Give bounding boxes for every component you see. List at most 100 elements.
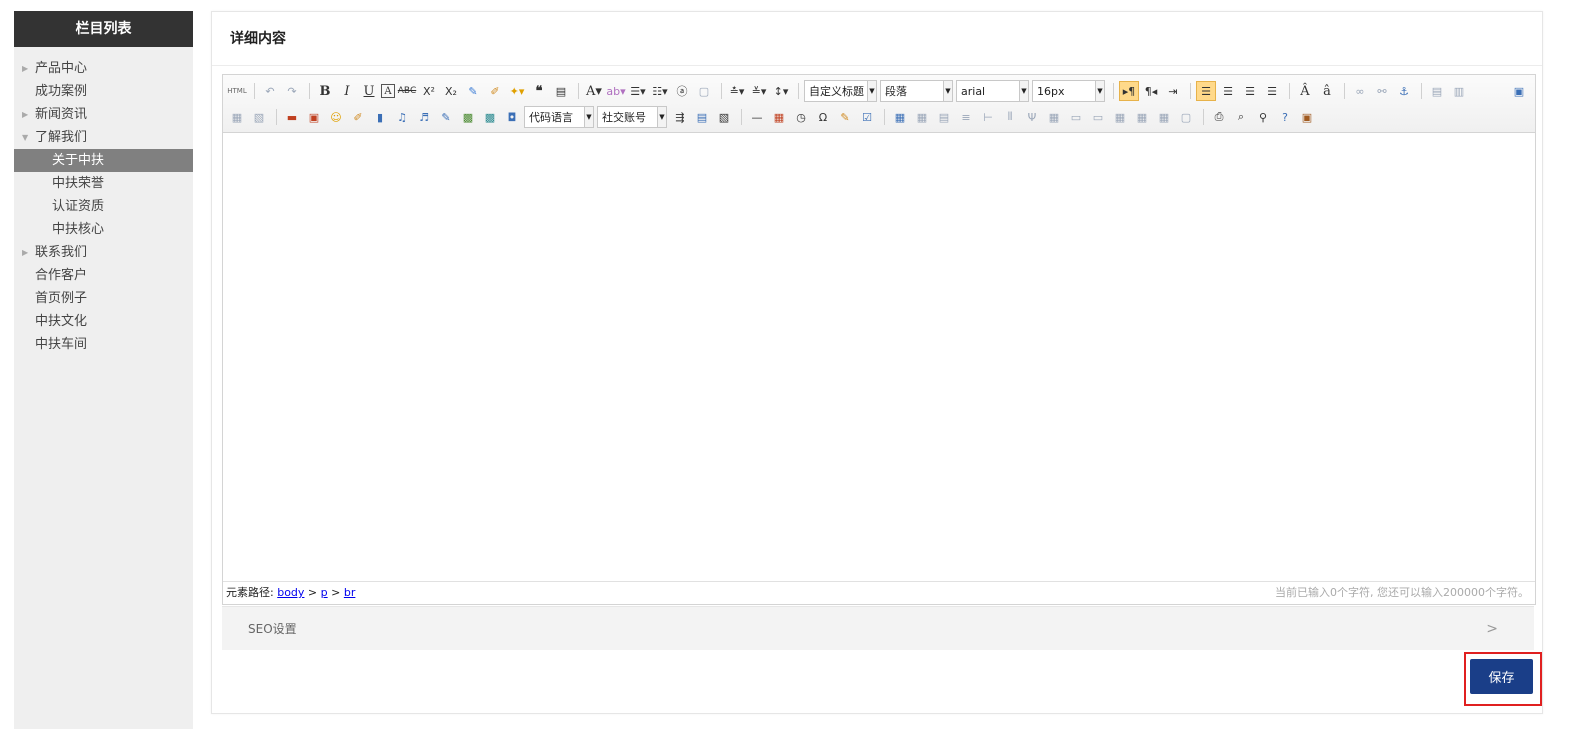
snap-icon[interactable]: ◘ <box>502 107 522 127</box>
lowercase-icon[interactable]: â <box>1317 81 1337 101</box>
insert-video-icon[interactable]: ▮ <box>370 107 390 127</box>
align-justify-icon[interactable]: ☰ <box>1262 81 1282 101</box>
insert-row-icon[interactable]: ≡ <box>956 107 976 127</box>
sidebar-item-contact[interactable]: ▶ 联系我们 <box>14 241 193 264</box>
sidebar-item-about-us[interactable]: ▼ 了解我们 <box>14 126 193 149</box>
drafts-icon[interactable]: ▣ <box>1297 107 1317 127</box>
date-icon[interactable]: ▦ <box>769 107 789 127</box>
print-icon[interactable]: ⎙ <box>1209 107 1229 127</box>
split-cells-icon[interactable]: ▦ <box>1110 107 1130 127</box>
delete-row-icon[interactable]: ⊢ <box>978 107 998 127</box>
expand-arrow-icon[interactable]: ▶ <box>22 103 28 126</box>
eraser-icon[interactable]: ✎ <box>463 81 483 101</box>
bold-icon[interactable]: B <box>315 81 335 101</box>
paste-plain-icon[interactable]: ▤ <box>551 81 571 101</box>
image-float-left-icon[interactable]: ▤ <box>1427 81 1447 101</box>
insert-table-icon[interactable]: ▦ <box>890 107 910 127</box>
template-icon[interactable]: ▤ <box>692 107 712 127</box>
attachment-icon[interactable]: ✎ <box>436 107 456 127</box>
expand-arrow-icon[interactable]: ▶ <box>22 241 28 264</box>
uppercase-icon[interactable]: Â <box>1295 81 1315 101</box>
sidebar-item-success-cases[interactable]: 成功案例 <box>14 80 193 103</box>
word-image-icon[interactable]: ✎ <box>835 107 855 127</box>
underline-icon[interactable]: U <box>359 81 379 101</box>
chart-icon[interactable]: ▢ <box>1176 107 1196 127</box>
font-size-select[interactable]: 16px ▼ <box>1032 80 1105 102</box>
insert-image-icon[interactable]: ▣ <box>304 107 324 127</box>
editor-content-area[interactable] <box>223 133 1535 581</box>
split-rows-icon[interactable]: ▦ <box>1132 107 1152 127</box>
ltr-direction-icon[interactable]: ▸¶ <box>1119 81 1139 101</box>
emotion-icon[interactable]: ☺ <box>326 107 346 127</box>
preview-icon[interactable]: ⌕ <box>1231 107 1251 127</box>
superscript-icon[interactable]: X² <box>419 81 439 101</box>
image-none-icon[interactable]: ▧ <box>249 107 269 127</box>
ordered-list-icon[interactable]: ☰▾ <box>628 81 648 101</box>
collapse-arrow-icon[interactable]: ▼ <box>22 126 28 149</box>
path-link-br[interactable]: br <box>344 586 356 599</box>
font-color-icon[interactable]: A▾ <box>584 81 604 101</box>
sidebar-item-core[interactable]: 中扶核心 <box>14 218 193 241</box>
merge-down-icon[interactable]: ▭ <box>1088 107 1108 127</box>
strikethrough-icon[interactable]: ABC <box>397 81 417 101</box>
page-break-icon[interactable]: ⇶ <box>670 107 690 127</box>
seo-settings-toggle[interactable]: SEO设置 > <box>222 606 1534 650</box>
background-icon[interactable]: ▧ <box>714 107 734 127</box>
auto-format-icon[interactable]: ✦▾ <box>507 81 527 101</box>
merge-cells-icon[interactable]: ▦ <box>1044 107 1064 127</box>
select-all-icon[interactable]: ⓐ <box>672 81 692 101</box>
simple-upload-icon[interactable]: ▬ <box>282 107 302 127</box>
save-button[interactable]: 保存 <box>1470 659 1533 694</box>
undo-icon[interactable]: ↶ <box>260 81 280 101</box>
special-chars-icon[interactable]: Ω <box>813 107 833 127</box>
path-link-p[interactable]: p <box>321 586 328 599</box>
paragraph-select[interactable]: 段落 ▼ <box>880 80 953 102</box>
sidebar-item-about-zhongfu[interactable]: 关于中扶 <box>14 149 193 172</box>
social-account-select[interactable]: 社交账号 ▼ <box>597 106 667 128</box>
search-replace-icon[interactable]: ☑ <box>857 107 877 127</box>
map-icon[interactable]: ▩ <box>480 107 500 127</box>
row-spacing-top-icon[interactable]: ≛▾ <box>727 81 747 101</box>
sidebar-item-partners[interactable]: 合作客户 <box>14 264 193 287</box>
indent-icon[interactable]: ⇥ <box>1163 81 1183 101</box>
align-right-icon[interactable]: ☰ <box>1240 81 1260 101</box>
blockquote-icon[interactable]: ❝ <box>529 81 549 101</box>
format-brush-icon[interactable]: ✐ <box>485 81 505 101</box>
sidebar-item-honors[interactable]: 中扶荣誉 <box>14 172 193 195</box>
delete-table-icon[interactable]: ▦ <box>912 107 932 127</box>
subscript-icon[interactable]: X₂ <box>441 81 461 101</box>
sidebar-item-workshop[interactable]: 中扶车间 <box>14 333 193 356</box>
fullscreen-icon[interactable]: ▣ <box>1509 81 1529 101</box>
insert-col-icon[interactable]: ⫴ <box>1000 107 1020 127</box>
anchor-icon[interactable]: ⚓ <box>1394 81 1414 101</box>
align-center-icon[interactable]: ☰ <box>1218 81 1238 101</box>
line-height-icon[interactable]: ↕▾ <box>771 81 791 101</box>
help-icon[interactable]: ? <box>1275 107 1295 127</box>
unlink-icon[interactable]: ⚯ <box>1372 81 1392 101</box>
split-cols-icon[interactable]: ▦ <box>1154 107 1174 127</box>
italic-icon[interactable]: I <box>337 81 357 101</box>
expand-arrow-icon[interactable]: ▶ <box>22 57 28 80</box>
font-family-select[interactable]: arial ▼ <box>956 80 1029 102</box>
horizontal-rule-icon[interactable]: — <box>747 107 767 127</box>
path-link-body[interactable]: body <box>277 586 304 599</box>
time-icon[interactable]: ◷ <box>791 107 811 127</box>
unordered-list-icon[interactable]: ☷▾ <box>650 81 670 101</box>
scrawl-icon[interactable]: ✐ <box>348 107 368 127</box>
code-language-select[interactable]: 代码语言 ▼ <box>524 106 594 128</box>
link-icon[interactable]: ∞ <box>1350 81 1370 101</box>
insert-caption-icon[interactable]: ▤ <box>934 107 954 127</box>
image-float-right-icon[interactable]: ▥ <box>1449 81 1469 101</box>
rtl-direction-icon[interactable]: ¶◂ <box>1141 81 1161 101</box>
sidebar-item-certifications[interactable]: 认证资质 <box>14 195 193 218</box>
sidebar-item-product-center[interactable]: ▶ 产品中心 <box>14 57 193 80</box>
search-icon[interactable]: ⚲ <box>1253 107 1273 127</box>
sidebar-item-news[interactable]: ▶ 新闻资讯 <box>14 103 193 126</box>
custom-heading-select[interactable]: 自定义标题 ▼ <box>804 80 877 102</box>
align-left-icon[interactable]: ☰ <box>1196 81 1216 101</box>
html-source-button[interactable]: HTML <box>227 81 247 101</box>
redo-icon[interactable]: ↷ <box>282 81 302 101</box>
font-border-icon[interactable]: A <box>381 84 395 98</box>
delete-col-icon[interactable]: Ψ <box>1022 107 1042 127</box>
image-center-icon[interactable]: ▦ <box>227 107 247 127</box>
